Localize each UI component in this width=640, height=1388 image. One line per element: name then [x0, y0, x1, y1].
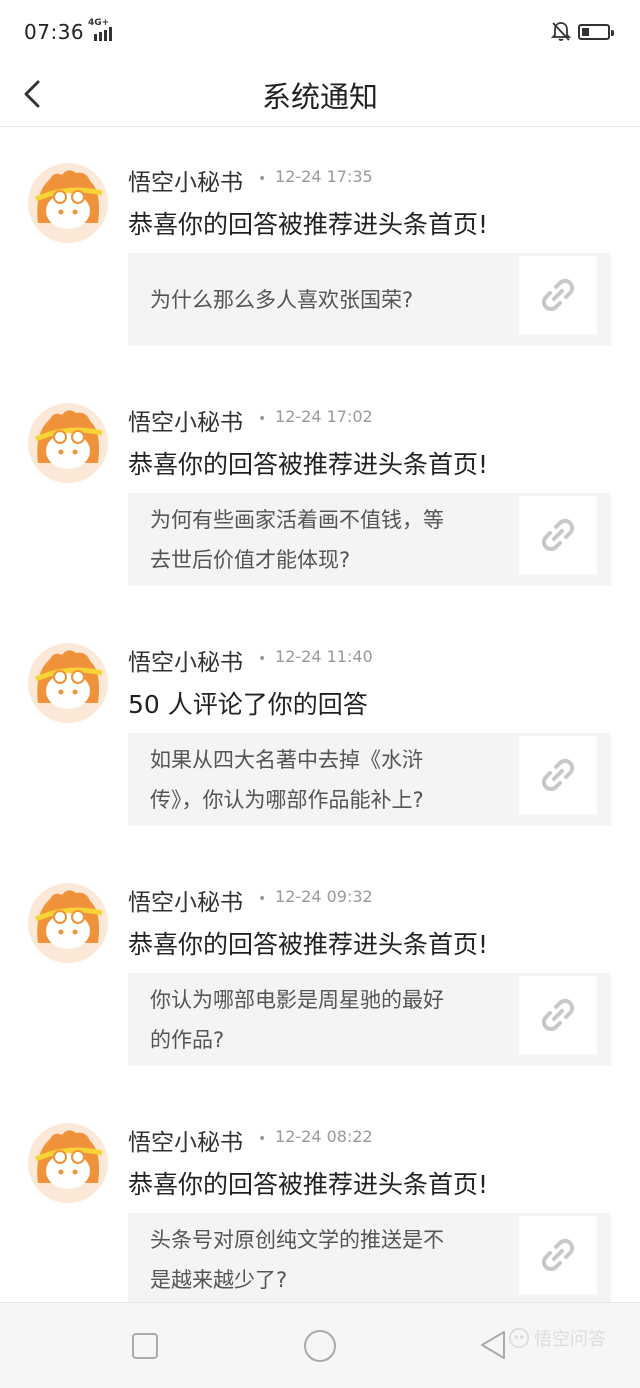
- system-nav-bar: 悟空问答: [0, 1302, 640, 1388]
- page-title: 系统通知: [261, 80, 378, 114]
- avatar[interactable]: [28, 163, 108, 243]
- watermark: 悟空问答: [508, 1325, 606, 1351]
- battery-icon: [578, 24, 614, 40]
- timestamp: 12-24 09:32: [275, 887, 373, 906]
- avatar[interactable]: [28, 643, 108, 723]
- separator-dot: •: [258, 891, 267, 907]
- question-text: 如果从四大名著中去掉《水浒 传》，你认为哪部作品能补上?: [150, 733, 500, 826]
- notification-message: 恭喜你的回答被推荐进头条首页!: [128, 450, 489, 479]
- back-triangle-icon[interactable]: [478, 1329, 508, 1361]
- notification-item: 悟空小秘书 • 12-24 09:32 恭喜你的回答被推荐进头条首页! 你认为哪…: [0, 847, 640, 1087]
- sender-name[interactable]: 悟空小秘书: [128, 403, 243, 437]
- link-icon: [541, 998, 575, 1032]
- link-thumbnail: [519, 496, 597, 574]
- status-bar: 07:36 4G+: [0, 0, 640, 62]
- question-line: 为何有些画家活着画不值钱，等: [150, 507, 444, 532]
- link-icon: [541, 518, 575, 552]
- question-line: 为什么那么多人喜欢张国荣?: [150, 287, 414, 312]
- question-card[interactable]: 你认为哪部电影是周星驰的最好 的作品?: [128, 973, 611, 1066]
- sender-name[interactable]: 悟空小秘书: [128, 643, 243, 677]
- wukong-logo-icon: [508, 1327, 530, 1349]
- question-text: 头条号对原创纯文学的推送是不 是越来越少了?: [150, 1213, 500, 1306]
- status-time: 07:36: [24, 20, 85, 44]
- question-card[interactable]: 为何有些画家活着画不值钱，等 去世后价值才能体现?: [128, 493, 611, 586]
- question-line: 你认为哪部电影是周星驰的最好: [150, 987, 444, 1012]
- bell-muted-icon: [550, 22, 572, 41]
- question-text: 为什么那么多人喜欢张国荣?: [150, 253, 500, 346]
- recent-apps-button[interactable]: [132, 1333, 158, 1359]
- question-line: 传》，你认为哪部作品能补上?: [150, 787, 424, 812]
- timestamp: 12-24 11:40: [275, 647, 373, 666]
- separator-dot: •: [258, 1131, 267, 1147]
- notification-item: 悟空小秘书 • 12-24 17:35 恭喜你的回答被推荐进头条首页! 为什么那…: [0, 127, 640, 367]
- question-line: 头条号对原创纯文学的推送是不: [150, 1227, 444, 1252]
- signal-icon: 4G+: [88, 18, 118, 42]
- separator-dot: •: [258, 411, 267, 427]
- watermark-text: 悟空问答: [534, 1329, 606, 1350]
- link-icon: [541, 278, 575, 312]
- question-line: 去世后价值才能体现?: [150, 547, 351, 572]
- question-card[interactable]: 头条号对原创纯文学的推送是不 是越来越少了?: [128, 1213, 611, 1306]
- timestamp: 12-24 17:02: [275, 407, 373, 426]
- link-thumbnail: [519, 736, 597, 814]
- notification-item: 悟空小秘书 • 12-24 17:02 恭喜你的回答被推荐进头条首页! 为何有些…: [0, 367, 640, 607]
- link-thumbnail: [519, 976, 597, 1054]
- header: 系统通知: [0, 62, 640, 127]
- separator-dot: •: [258, 651, 267, 667]
- notification-message: 恭喜你的回答被推荐进头条首页!: [128, 210, 489, 239]
- sender-name[interactable]: 悟空小秘书: [128, 1123, 243, 1157]
- question-text: 你认为哪部电影是周星驰的最好 的作品?: [150, 973, 500, 1066]
- notification-item: 悟空小秘书 • 12-24 11:40 50 人评论了你的回答 如果从四大名著中…: [0, 607, 640, 847]
- home-button[interactable]: [304, 1330, 336, 1362]
- sender-name[interactable]: 悟空小秘书: [128, 883, 243, 917]
- notification-message: 恭喜你的回答被推荐进头条首页!: [128, 930, 489, 959]
- timestamp: 12-24 08:22: [275, 1127, 373, 1146]
- avatar[interactable]: [28, 1123, 108, 1203]
- question-card[interactable]: 为什么那么多人喜欢张国荣?: [128, 253, 611, 346]
- link-thumbnail: [519, 1216, 597, 1294]
- link-icon: [541, 1238, 575, 1272]
- question-line: 如果从四大名著中去掉《水浒: [150, 747, 423, 772]
- notification-item: 悟空小秘书 • 12-24 08:22 恭喜你的回答被推荐进头条首页! 头条号对…: [0, 1087, 640, 1327]
- sender-name[interactable]: 悟空小秘书: [128, 163, 243, 197]
- link-thumbnail: [519, 256, 597, 334]
- notification-message: 50 人评论了你的回答: [128, 690, 368, 719]
- question-card[interactable]: 如果从四大名著中去掉《水浒 传》，你认为哪部作品能补上?: [128, 733, 611, 826]
- timestamp: 12-24 17:35: [275, 167, 373, 186]
- notification-message: 恭喜你的回答被推荐进头条首页!: [128, 1170, 489, 1199]
- question-text: 为何有些画家活着画不值钱，等 去世后价值才能体现?: [150, 493, 500, 586]
- question-line: 的作品?: [150, 1027, 225, 1052]
- avatar[interactable]: [28, 403, 108, 483]
- link-icon: [541, 758, 575, 792]
- avatar[interactable]: [28, 883, 108, 963]
- separator-dot: •: [258, 171, 267, 187]
- question-line: 是越来越少了?: [150, 1267, 288, 1292]
